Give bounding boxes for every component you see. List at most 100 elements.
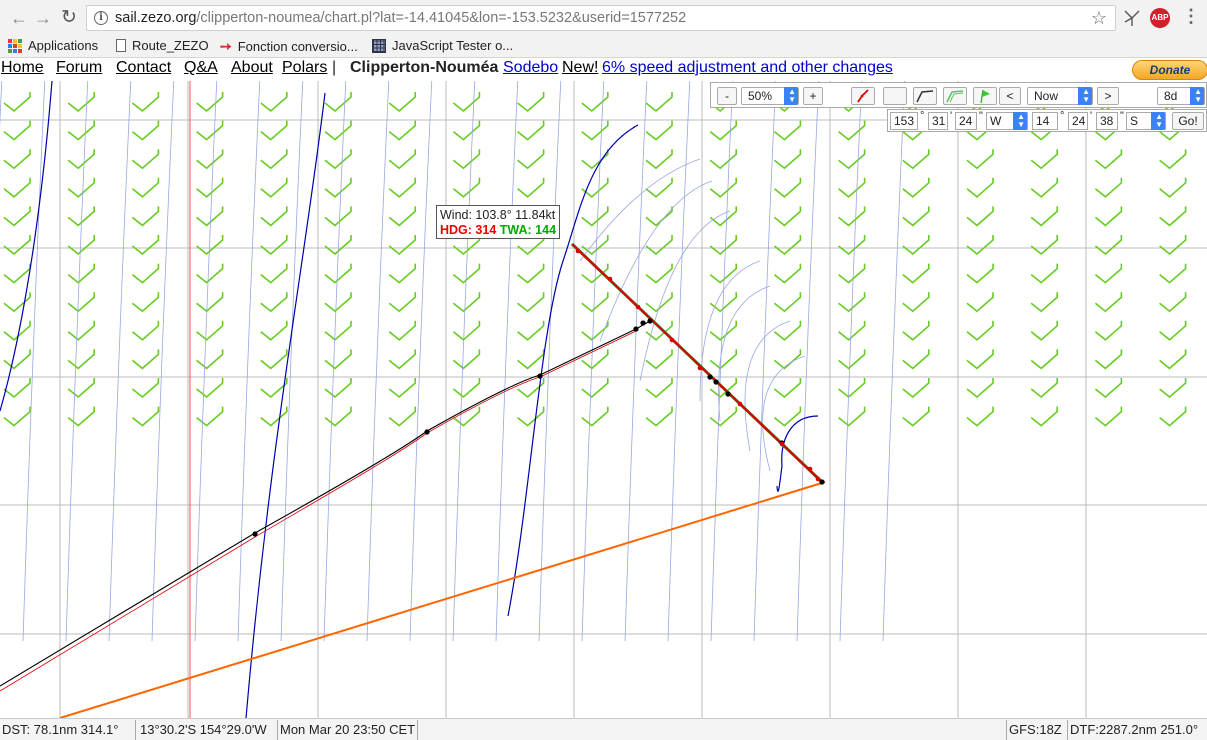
donate-button[interactable]: Donate xyxy=(1132,60,1207,80)
nav-about-link[interactable]: About xyxy=(231,59,273,77)
bookmark-javascript-tester[interactable]: JavaScript Tester o... xyxy=(372,38,513,53)
lon-degrees-input[interactable]: 153 xyxy=(890,112,918,130)
nav-new-label[interactable]: New! xyxy=(562,59,598,77)
route-point xyxy=(575,248,581,254)
wind-barb xyxy=(1159,263,1187,284)
extension-icon[interactable] xyxy=(1122,8,1142,28)
url-text[interactable]: sail.zezo.org/clipperton-noumea/chart.pl… xyxy=(115,10,686,26)
nav-forum-link[interactable]: Forum xyxy=(56,59,102,77)
back-button[interactable]: ← xyxy=(8,7,30,29)
forecast-select[interactable]: 8d ▲ ▼ xyxy=(1157,87,1205,105)
green-line-tool-button[interactable] xyxy=(943,87,967,105)
wind-barb xyxy=(838,235,866,256)
lat-minutes-input[interactable]: 24 xyxy=(1068,112,1088,130)
route-point xyxy=(697,365,703,371)
forward-button[interactable]: → xyxy=(32,7,54,29)
nav-qa-link[interactable]: Q&A xyxy=(184,59,218,77)
wind-barb xyxy=(1030,206,1058,227)
wind-barb xyxy=(260,349,288,370)
streamline xyxy=(839,81,863,642)
wind-barb xyxy=(388,149,416,170)
wind-barb xyxy=(1030,177,1058,198)
wind-barb xyxy=(1030,235,1058,256)
blank-tool-button[interactable] xyxy=(883,87,907,105)
wind-barb xyxy=(709,263,737,284)
streamline xyxy=(624,81,648,642)
wind-barb xyxy=(131,406,160,427)
wind-barb xyxy=(452,177,481,198)
routes xyxy=(0,242,826,718)
bookmark-route-zezo[interactable]: Route_ZEZO xyxy=(116,38,209,53)
bookmark-star-icon[interactable]: ☆ xyxy=(1091,8,1107,29)
streamline xyxy=(280,81,304,642)
nav-sodebo-link[interactable]: Sodebo xyxy=(503,59,558,77)
wind-barb xyxy=(388,177,416,198)
wind-barb xyxy=(966,320,994,341)
info-icon[interactable]: i xyxy=(94,11,108,25)
nav-contact-link[interactable]: Contact xyxy=(116,59,171,77)
wind-barb xyxy=(1094,406,1123,427)
wind-barb xyxy=(902,349,930,370)
go-button[interactable]: Go! xyxy=(1172,112,1204,130)
nav-home-link[interactable]: Home xyxy=(1,59,44,77)
adblock-icon[interactable]: ABP xyxy=(1150,8,1170,28)
dtf-status: DTF:2287.2nm 251.0° xyxy=(1070,722,1199,737)
lon-hemisphere-select[interactable]: W ▲ ▼ xyxy=(986,112,1028,130)
wind-barb xyxy=(260,406,288,427)
flag-tool-button[interactable] xyxy=(973,87,997,105)
wind-barb xyxy=(517,92,545,113)
browser-menu-icon[interactable]: ⋮ xyxy=(1182,6,1200,27)
track-line xyxy=(0,320,651,687)
wind-barb xyxy=(517,263,545,284)
address-bar[interactable]: i sail.zezo.org/clipperton-noumea/chart.… xyxy=(86,5,1116,31)
wind-barb xyxy=(3,92,31,113)
wind-barb xyxy=(3,120,31,141)
bookmark-fonction-conversion[interactable]: ➚ Fonction conversio... xyxy=(216,36,358,56)
wind-barb xyxy=(388,406,416,427)
streamline xyxy=(409,81,433,642)
fan-line xyxy=(639,210,731,382)
wind-barb xyxy=(3,263,31,284)
grid-icon xyxy=(372,38,386,53)
route-point xyxy=(635,304,641,310)
time-select[interactable]: Now ▲ ▼ xyxy=(1027,87,1093,105)
routing-map[interactable] xyxy=(0,81,1207,718)
wind-barb xyxy=(3,406,31,427)
wind-barb xyxy=(1094,206,1123,227)
bookmark-label: Fonction conversio... xyxy=(237,39,358,54)
isochrone xyxy=(507,124,639,617)
wind-info: Wind: 103.8° 11.84kt xyxy=(440,208,556,222)
wind-barb xyxy=(709,177,737,198)
nav-polars-link[interactable]: Polars xyxy=(282,59,327,77)
bookmark-applications[interactable]: Applications xyxy=(8,38,98,53)
zoom-out-button[interactable]: - xyxy=(717,87,737,105)
track-point xyxy=(424,429,430,435)
wind-barb xyxy=(131,177,160,198)
wind-barb xyxy=(1030,292,1058,313)
wind-barb xyxy=(67,292,95,313)
select-caret-icon: ▲ ▼ xyxy=(1017,112,1025,129)
lon-minutes-input[interactable]: 31 xyxy=(928,112,948,130)
reload-button[interactable]: ↻ xyxy=(58,7,80,29)
lon-seconds-input[interactable]: 24 xyxy=(955,112,977,130)
wind-barb xyxy=(1094,292,1123,313)
wind-barb xyxy=(645,349,673,370)
wind-barb xyxy=(324,378,352,399)
lat-degrees-input[interactable]: 14 xyxy=(1032,112,1058,130)
wind-barb xyxy=(773,235,802,256)
streamline xyxy=(151,81,175,642)
zoom-select[interactable]: 50% ▲ ▼ xyxy=(741,87,799,105)
select-caret-icon: ▲ ▼ xyxy=(1082,87,1090,104)
wind-barb xyxy=(1030,349,1058,370)
lat-seconds-input[interactable]: 38 xyxy=(1096,112,1118,130)
wind-barb xyxy=(773,378,802,399)
lat-hemisphere-select[interactable]: S ▲ ▼ xyxy=(1126,112,1166,130)
line-tool-button[interactable] xyxy=(913,87,937,105)
time-previous-button[interactable]: < xyxy=(999,87,1021,105)
map-canvas[interactable] xyxy=(0,81,1207,718)
route-tool-button[interactable] xyxy=(851,87,875,105)
wind-barb xyxy=(324,292,352,313)
time-next-button[interactable]: > xyxy=(1097,87,1119,105)
nav-news-link[interactable]: 6% speed adjustment and other changes xyxy=(602,59,893,77)
zoom-in-button[interactable]: + xyxy=(803,87,823,105)
